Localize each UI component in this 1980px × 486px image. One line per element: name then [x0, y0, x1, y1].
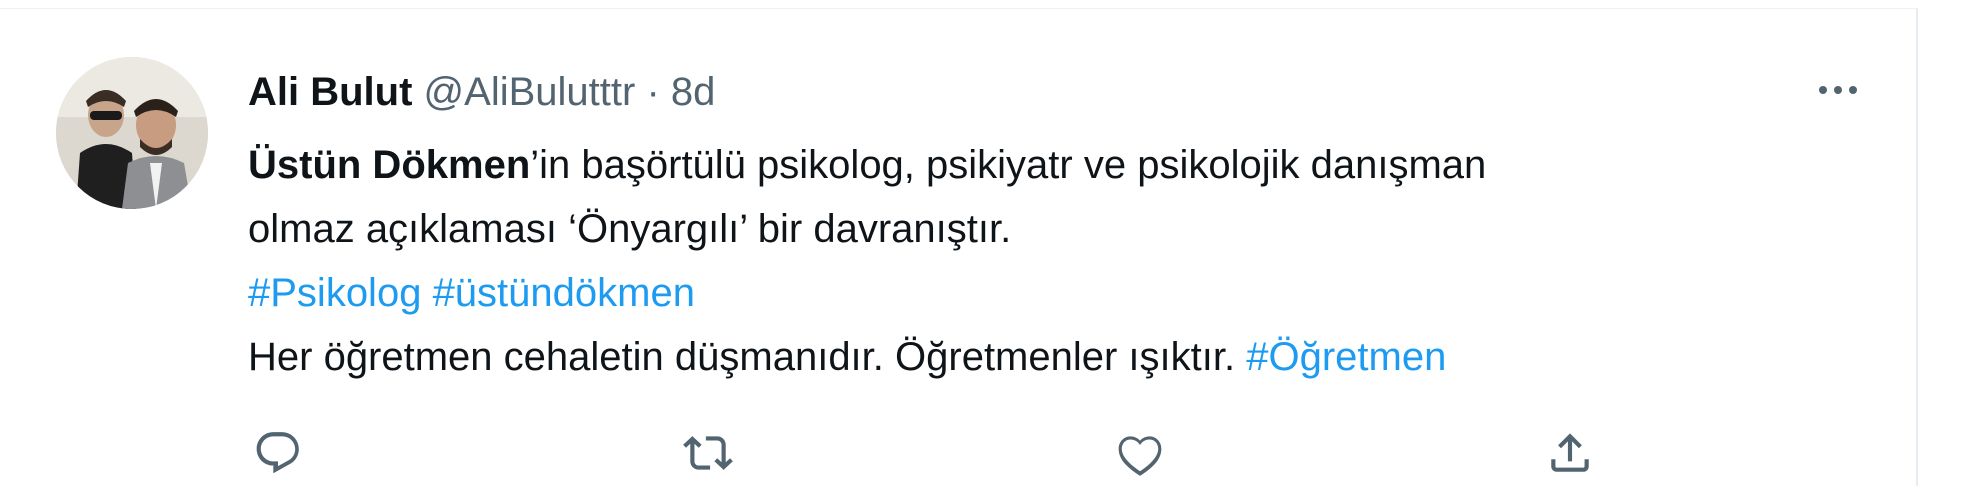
tweet-text-segment: Her öğretmen cehaletin düşmanıdır. Öğret…	[248, 335, 1236, 379]
author-name[interactable]: Ali Bulut	[248, 70, 412, 114]
tweet-line: #Psikolog #üstündökmen	[248, 261, 1808, 325]
avatar-photo	[56, 57, 208, 209]
tweet-header: Ali Bulut @AliBulutttr · 8d	[248, 67, 715, 117]
tweet-timestamp[interactable]: 8d	[671, 70, 716, 114]
more-dot	[1819, 86, 1827, 94]
reply-icon	[256, 432, 299, 474]
hashtag-link[interactable]: #üstündökmen	[433, 271, 695, 315]
heart-icon	[1118, 436, 1162, 476]
tweet-line: Her öğretmen cehaletin düşmanıdır. Öğret…	[248, 325, 1808, 389]
more-dot	[1834, 86, 1842, 94]
hashtag-link[interactable]: #Psikolog	[248, 271, 421, 315]
share-button[interactable]	[1542, 425, 1598, 481]
reply-button[interactable]	[250, 425, 306, 481]
more-dot	[1849, 86, 1857, 94]
like-button[interactable]	[1112, 425, 1168, 481]
tweet-line: olmaz açıklaması ‘Önyargılı’ bir davranı…	[248, 207, 1012, 251]
tweet-text-segment: ’in başörtülü psikolog, psikiyatr ve psi…	[530, 143, 1487, 187]
tweet-card[interactable]: Ali Bulut @AliBulutttr · 8d Üstün Dökmen…	[0, 8, 1918, 486]
share-icon	[1551, 433, 1589, 472]
tweet-text: Üstün Dökmen’in başörtülü psikolog, psik…	[248, 133, 1808, 389]
retweet-icon	[683, 436, 733, 470]
more-options-icon[interactable]	[1808, 75, 1868, 105]
tweet-actions	[0, 425, 1916, 481]
avatar[interactable]	[56, 57, 208, 209]
header-separator: ·	[635, 70, 671, 114]
tweet-line: Üstün Dökmen’in başörtülü psikolog, psik…	[248, 133, 1808, 197]
author-handle[interactable]: @AliBulutttr	[424, 70, 636, 114]
hashtag-link[interactable]: #Öğretmen	[1246, 335, 1446, 379]
mentioned-name: Üstün Dökmen	[248, 143, 531, 187]
retweet-button[interactable]	[680, 425, 736, 481]
